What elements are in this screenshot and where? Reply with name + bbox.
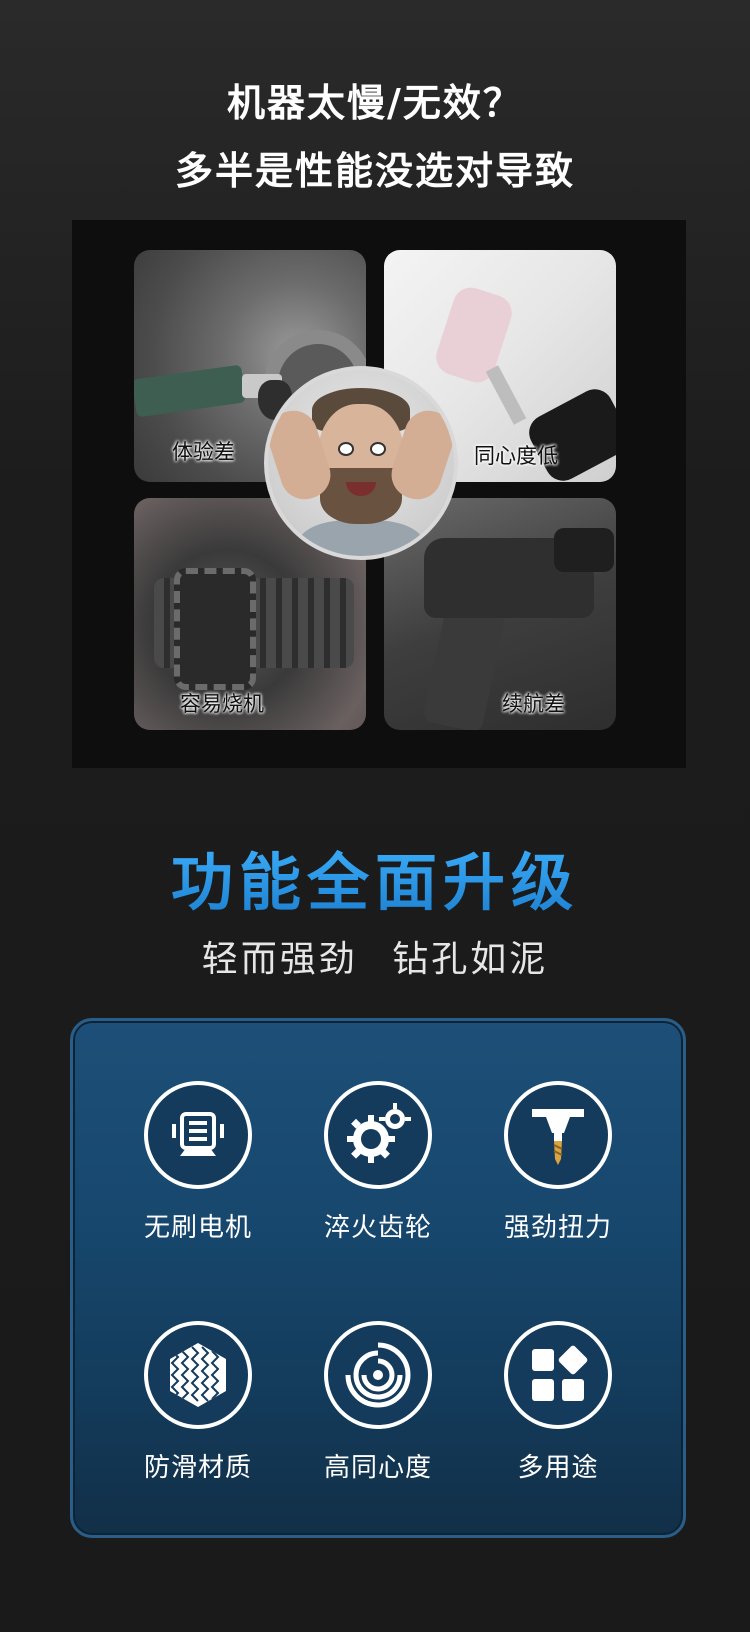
feature-hardened-gears: 淬火齿轮 <box>283 1081 473 1244</box>
shirt-shape <box>298 520 424 556</box>
frustrated-man-image <box>264 366 458 560</box>
feature-label: 高同心度 <box>323 1453 432 1483</box>
drill-handle-image <box>422 603 506 730</box>
feature-label: 防滑材质 <box>143 1453 252 1483</box>
drill-chuck-image <box>554 528 614 572</box>
shaft-image <box>485 365 527 425</box>
feature-strong-torque: 强劲扭力 <box>463 1081 653 1244</box>
tile-label-concentricity: 同心度低 <box>474 444 558 468</box>
feature-anti-slip: 防滑材质 <box>103 1321 293 1484</box>
tile-label-experience: 体验差 <box>172 440 235 464</box>
right-eye-shape <box>370 442 386 456</box>
beard-shape <box>320 468 402 524</box>
feature-label: 多用途 <box>517 1453 599 1483</box>
multi-purpose-icon <box>504 1321 612 1429</box>
feature-high-concentricity: 高同心度 <box>283 1321 473 1484</box>
brushless-motor-icon <box>144 1081 252 1189</box>
feature-panel: 无刷电机 淬火齿轮 强劲扭力 防滑材质 高同心度 多用途 <box>70 1018 686 1538</box>
gear-image <box>174 568 256 690</box>
tile-label-battery: 续航差 <box>502 692 565 716</box>
drill-bit-icon <box>504 1081 612 1189</box>
grinder-image <box>134 364 247 418</box>
upgrade-subtitle: 轻而强劲 钻孔如泥 <box>201 939 549 980</box>
feature-brushless-motor: 无刷电机 <box>103 1081 293 1244</box>
gears-icon <box>324 1081 432 1189</box>
feature-label: 淬火齿轮 <box>323 1213 432 1243</box>
headline-explanation: 多半是性能没选对导致 <box>174 149 575 193</box>
upgrade-title: 功能全面升级 <box>0 832 750 922</box>
left-eye-shape <box>338 442 354 456</box>
feature-multi-purpose: 多用途 <box>463 1321 653 1484</box>
feature-label: 无刷电机 <box>143 1213 252 1243</box>
feature-label: 强劲扭力 <box>503 1213 612 1243</box>
concentric-circles-icon <box>324 1321 432 1429</box>
tile-label-burnout: 容易烧机 <box>180 692 264 716</box>
hexagon-texture-icon <box>144 1321 252 1429</box>
grinding-stone-image <box>431 282 517 388</box>
headline-question: 机器太慢/无效？ <box>227 81 523 125</box>
